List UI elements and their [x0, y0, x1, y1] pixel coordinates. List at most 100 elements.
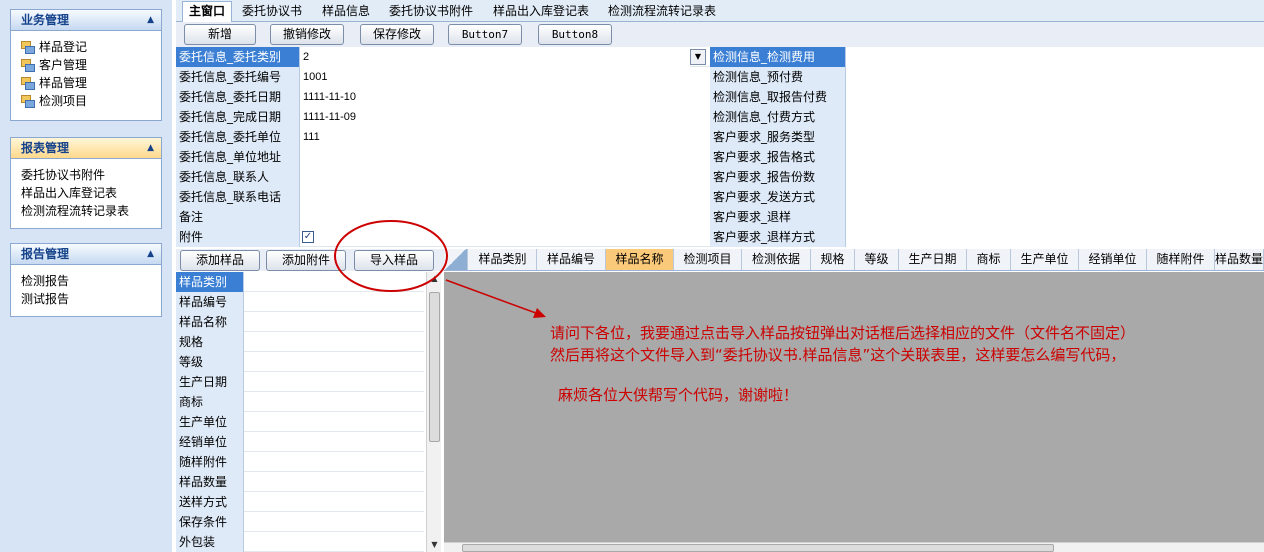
grid-col-header[interactable]: 样品名称	[606, 249, 674, 270]
sidebar-item-flow-record[interactable]: 检测流程流转记录表	[21, 202, 161, 220]
chevron-up-icon[interactable]: ▲	[147, 10, 154, 30]
sidebar-item-contract-attachment[interactable]: 委托协议书附件	[21, 166, 161, 184]
field-row[interactable]: 样品数量	[176, 472, 424, 492]
form-row: 检测信息_检测费用	[710, 47, 1264, 67]
sidebar-item-sample-register[interactable]: 样品登记	[21, 38, 161, 56]
grid-col-header[interactable]: 生产单位	[1011, 249, 1079, 270]
chevron-up-icon[interactable]: ▲	[147, 244, 154, 264]
grid-col-header[interactable]: 规格	[811, 249, 855, 270]
field-row[interactable]: 规格	[176, 332, 424, 352]
grid-col-header[interactable]: 检测依据	[742, 249, 811, 270]
grid-col-header[interactable]: 随样附件	[1147, 249, 1215, 270]
field-row[interactable]: 商标	[176, 392, 424, 412]
field-row[interactable]: 随样附件	[176, 452, 424, 472]
grid-col-header[interactable]: 样品类别	[469, 249, 537, 270]
scroll-up-icon[interactable]: ▲	[427, 272, 442, 286]
field-row[interactable]: 外包装	[176, 532, 424, 552]
sample-toolbar: 添加样品 添加附件 导入样品	[176, 249, 444, 271]
tab-flow-record[interactable]: 检测流程流转记录表	[602, 2, 722, 22]
return-method-field[interactable]	[846, 227, 1264, 247]
chevron-down-icon[interactable]: ▼	[690, 49, 706, 65]
grid-col-header[interactable]: 商标	[967, 249, 1011, 270]
field-row[interactable]: 样品编号	[176, 292, 424, 312]
grid-col-header[interactable]: 等级	[855, 249, 899, 270]
field-row[interactable]: 样品名称	[176, 312, 424, 332]
report-pay-field[interactable]	[846, 87, 1264, 107]
tab-main-window[interactable]: 主窗口	[182, 1, 233, 23]
tab-stock-register[interactable]: 样品出入库登记表	[487, 2, 595, 22]
service-type-field[interactable]	[846, 127, 1264, 147]
address-field[interactable]	[300, 147, 710, 167]
button7[interactable]: Button7	[448, 24, 522, 45]
form-row: 客户要求_退样	[710, 207, 1264, 227]
add-attachment-button[interactable]: 添加附件	[266, 250, 346, 271]
attachment-checkbox[interactable]: ✓	[302, 231, 314, 243]
phone-field[interactable]	[300, 187, 710, 207]
sidebar-item-test-items[interactable]: 检测项目	[21, 92, 161, 110]
contact-field[interactable]	[300, 167, 710, 187]
group-header-reports[interactable]: 报表管理 ▲	[11, 138, 161, 159]
contract-date-field[interactable]: 1111-11-10	[300, 87, 710, 107]
field-label: 检测信息_预付费	[710, 67, 846, 87]
field-label: 商标	[176, 392, 244, 412]
form-row: 检测信息_预付费	[710, 67, 1264, 87]
scroll-down-icon[interactable]: ▼	[427, 538, 442, 552]
field-label: 客户要求_退样	[710, 207, 846, 227]
contract-no-field[interactable]: 1001	[300, 67, 710, 87]
add-sample-button[interactable]: 添加样品	[180, 250, 260, 271]
sidebar-item-stock-register[interactable]: 样品出入库登记表	[21, 184, 161, 202]
field-row[interactable]: 样品类别	[176, 272, 424, 292]
tab-contract[interactable]: 委托协议书	[236, 2, 308, 22]
finish-date-field[interactable]: 1111-11-09	[300, 107, 710, 127]
grid-col-header[interactable]: 样品编号	[537, 249, 606, 270]
form-row: 委托信息_委托日期 1111-11-10	[176, 87, 710, 107]
sidebar-item-trial-report[interactable]: 测试报告	[21, 290, 161, 308]
return-sample-field[interactable]	[846, 207, 1264, 227]
grid-corner[interactable]	[444, 249, 468, 270]
sidebar-item-test-report[interactable]: 检测报告	[21, 272, 161, 290]
field-row[interactable]: 保存条件	[176, 512, 424, 532]
sidebar-item-customer[interactable]: 客户管理	[21, 56, 161, 74]
group-header-test-reports[interactable]: 报告管理 ▲	[11, 244, 161, 265]
field-label: 客户要求_服务类型	[710, 127, 846, 147]
button8[interactable]: Button8	[538, 24, 612, 45]
field-row[interactable]: 生产单位	[176, 412, 424, 432]
test-fee-field[interactable]	[846, 47, 1264, 67]
report-copies-field[interactable]	[846, 167, 1264, 187]
remark-field[interactable]	[300, 207, 710, 227]
save-button[interactable]: 保存修改	[360, 24, 434, 45]
vertical-scrollbar[interactable]: ▲ ▼	[426, 272, 441, 552]
import-sample-button[interactable]: 导入样品	[354, 250, 434, 271]
form-row: 客户要求_服务类型	[710, 127, 1264, 147]
group-header-business[interactable]: 业务管理 ▲	[11, 10, 161, 31]
sample-grid-body[interactable]	[444, 272, 1264, 542]
tab-sample-info[interactable]: 样品信息	[316, 2, 376, 22]
field-label: 客户要求_报告份数	[710, 167, 846, 187]
category-select[interactable]: 2	[300, 47, 690, 67]
undo-button[interactable]: 撤销修改	[270, 24, 344, 45]
grid-col-header[interactable]: 检测项目	[674, 249, 742, 270]
pay-method-field[interactable]	[846, 107, 1264, 127]
horizontal-scrollbar[interactable]	[444, 542, 1264, 552]
tab-contract-attachment[interactable]: 委托协议书附件	[383, 2, 479, 22]
field-label: 委托信息_委托日期	[176, 87, 300, 107]
field-row[interactable]: 生产日期	[176, 372, 424, 392]
prepay-field[interactable]	[846, 67, 1264, 87]
field-row[interactable]: 经销单位	[176, 432, 424, 452]
client-unit-field[interactable]: 111	[300, 127, 710, 147]
field-label: 检测信息_付费方式	[710, 107, 846, 127]
grid-col-header[interactable]: 生产日期	[899, 249, 967, 270]
scroll-thumb[interactable]	[462, 544, 1054, 552]
field-row[interactable]: 送样方式	[176, 492, 424, 512]
add-button[interactable]: 新增	[184, 24, 256, 45]
chevron-up-icon[interactable]: ▲	[147, 138, 154, 158]
sidebar-item-sample-manage[interactable]: 样品管理	[21, 74, 161, 92]
field-label: 委托信息_完成日期	[176, 107, 300, 127]
grid-col-header[interactable]: 经销单位	[1079, 249, 1147, 270]
grid-col-header[interactable]: 样品数量	[1215, 249, 1264, 270]
annotation-line-2: 然后再将这个文件导入到“委托协议书.样品信息”这个关联表里，这样要怎么编写代码，	[550, 346, 1126, 364]
report-format-field[interactable]	[846, 147, 1264, 167]
send-method-field[interactable]	[846, 187, 1264, 207]
scroll-thumb[interactable]	[429, 292, 440, 442]
field-row[interactable]: 等级	[176, 352, 424, 372]
